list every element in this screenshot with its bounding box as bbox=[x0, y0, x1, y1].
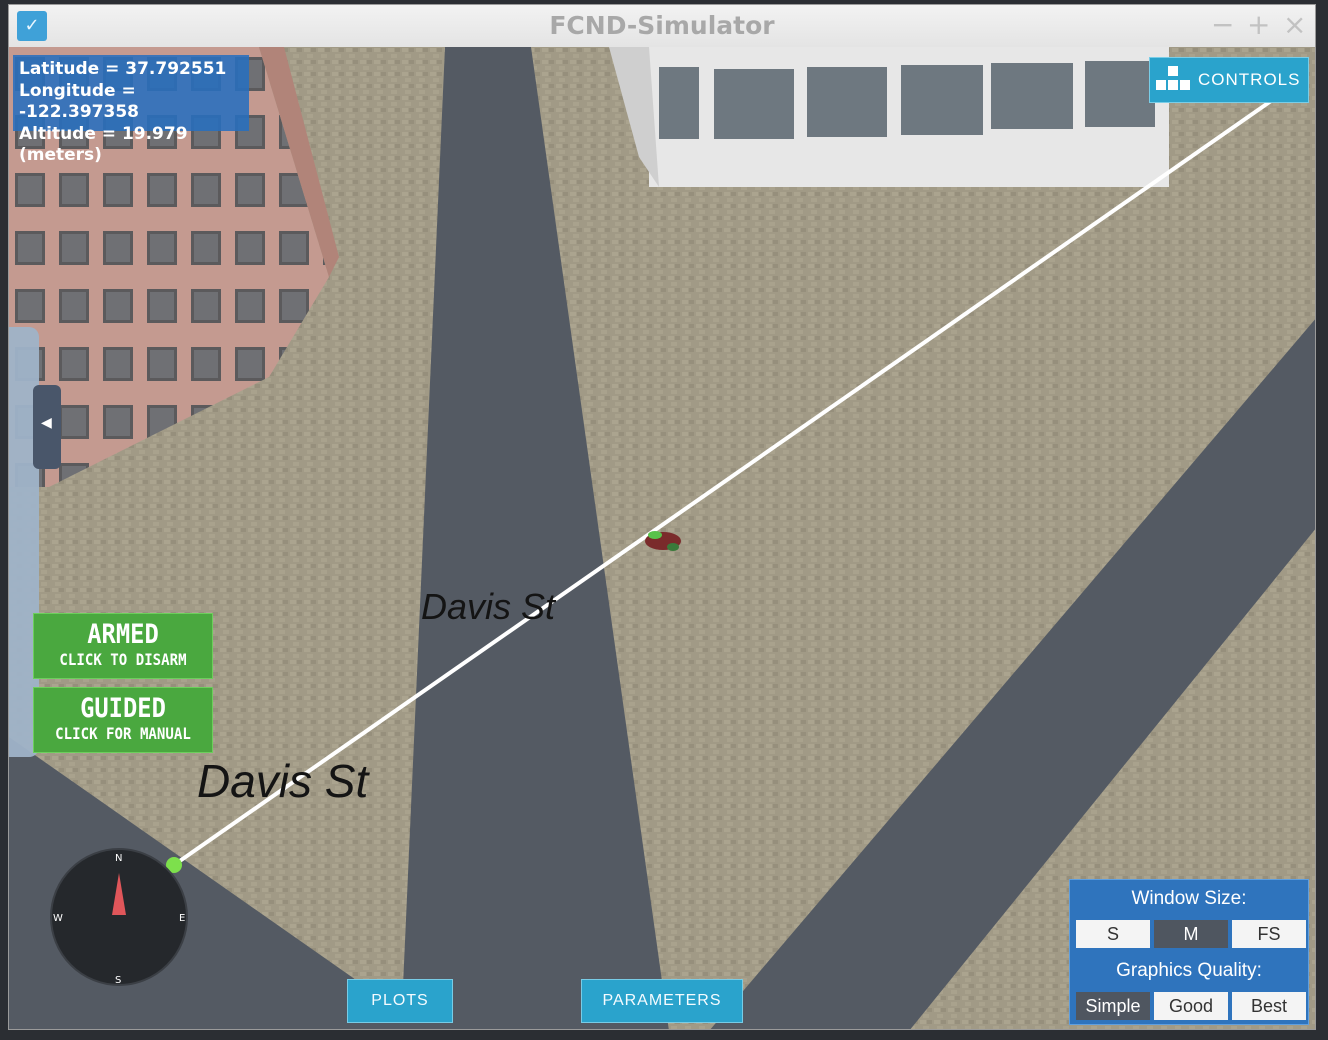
compass: N S E W bbox=[50, 848, 188, 986]
plots-button[interactable]: PLOTS bbox=[347, 979, 453, 1023]
street-label: Davis St bbox=[197, 755, 370, 807]
title-bar[interactable]: ✓ FCND-Simulator − + × bbox=[9, 5, 1315, 48]
simulator-window: ✓ FCND-Simulator − + × Davis St Davis St… bbox=[8, 4, 1316, 1030]
window-size-m-button[interactable]: M bbox=[1154, 920, 1228, 948]
guided-title: GUIDED bbox=[80, 693, 166, 724]
3d-viewport[interactable]: Davis St Davis St N S E W Latitude = 37.… bbox=[9, 47, 1315, 1029]
chevron-left-icon: ◀ bbox=[41, 415, 52, 431]
controls-button[interactable]: CONTROLS bbox=[1149, 57, 1309, 103]
window-size-label: Window Size: bbox=[1131, 888, 1247, 909]
svg-text:W: W bbox=[53, 913, 63, 924]
svg-text:N: N bbox=[115, 853, 122, 864]
armed-button[interactable]: ARMED CLICK TO DISARM bbox=[33, 613, 213, 679]
latitude-readout: Latitude = 37.792551 bbox=[19, 59, 227, 79]
guided-subtitle: CLICK FOR MANUAL bbox=[55, 724, 191, 743]
parameters-button[interactable]: PARAMETERS bbox=[581, 979, 743, 1023]
telemetry-panel: Latitude = 37.792551 Longitude = -122.39… bbox=[13, 55, 249, 165]
window-size-s-button[interactable]: S bbox=[1076, 920, 1150, 948]
window-title: FCND-Simulator bbox=[549, 11, 775, 40]
longitude-readout: Longitude = -122.397358 bbox=[19, 80, 139, 123]
graphics-quality-label: Graphics Quality: bbox=[1116, 960, 1262, 981]
quality-simple-button[interactable]: Simple bbox=[1076, 992, 1150, 1020]
altitude-readout: Altitude = 19.979 (meters) bbox=[19, 123, 188, 166]
street-label: Davis St bbox=[421, 586, 557, 627]
controls-label: CONTROLS bbox=[1198, 70, 1301, 89]
svg-text:E: E bbox=[179, 913, 185, 924]
maximize-icon[interactable]: + bbox=[1247, 9, 1270, 41]
armed-subtitle: CLICK TO DISARM bbox=[59, 650, 187, 669]
svg-text:S: S bbox=[115, 975, 121, 986]
guided-button[interactable]: GUIDED CLICK FOR MANUAL bbox=[33, 687, 213, 753]
armed-title: ARMED bbox=[87, 619, 159, 650]
quality-best-button[interactable]: Best bbox=[1232, 992, 1306, 1020]
window-size-fs-button[interactable]: FS bbox=[1232, 920, 1306, 948]
minimize-icon[interactable]: − bbox=[1211, 9, 1234, 41]
side-panel-toggle[interactable]: ◀ bbox=[33, 385, 61, 469]
close-icon[interactable]: × bbox=[1283, 9, 1306, 41]
controls-icon bbox=[1156, 66, 1190, 90]
settings-panel: Window Size: S M FS Graphics Quality: Si… bbox=[1069, 879, 1309, 1025]
quality-good-button[interactable]: Good bbox=[1154, 992, 1228, 1020]
